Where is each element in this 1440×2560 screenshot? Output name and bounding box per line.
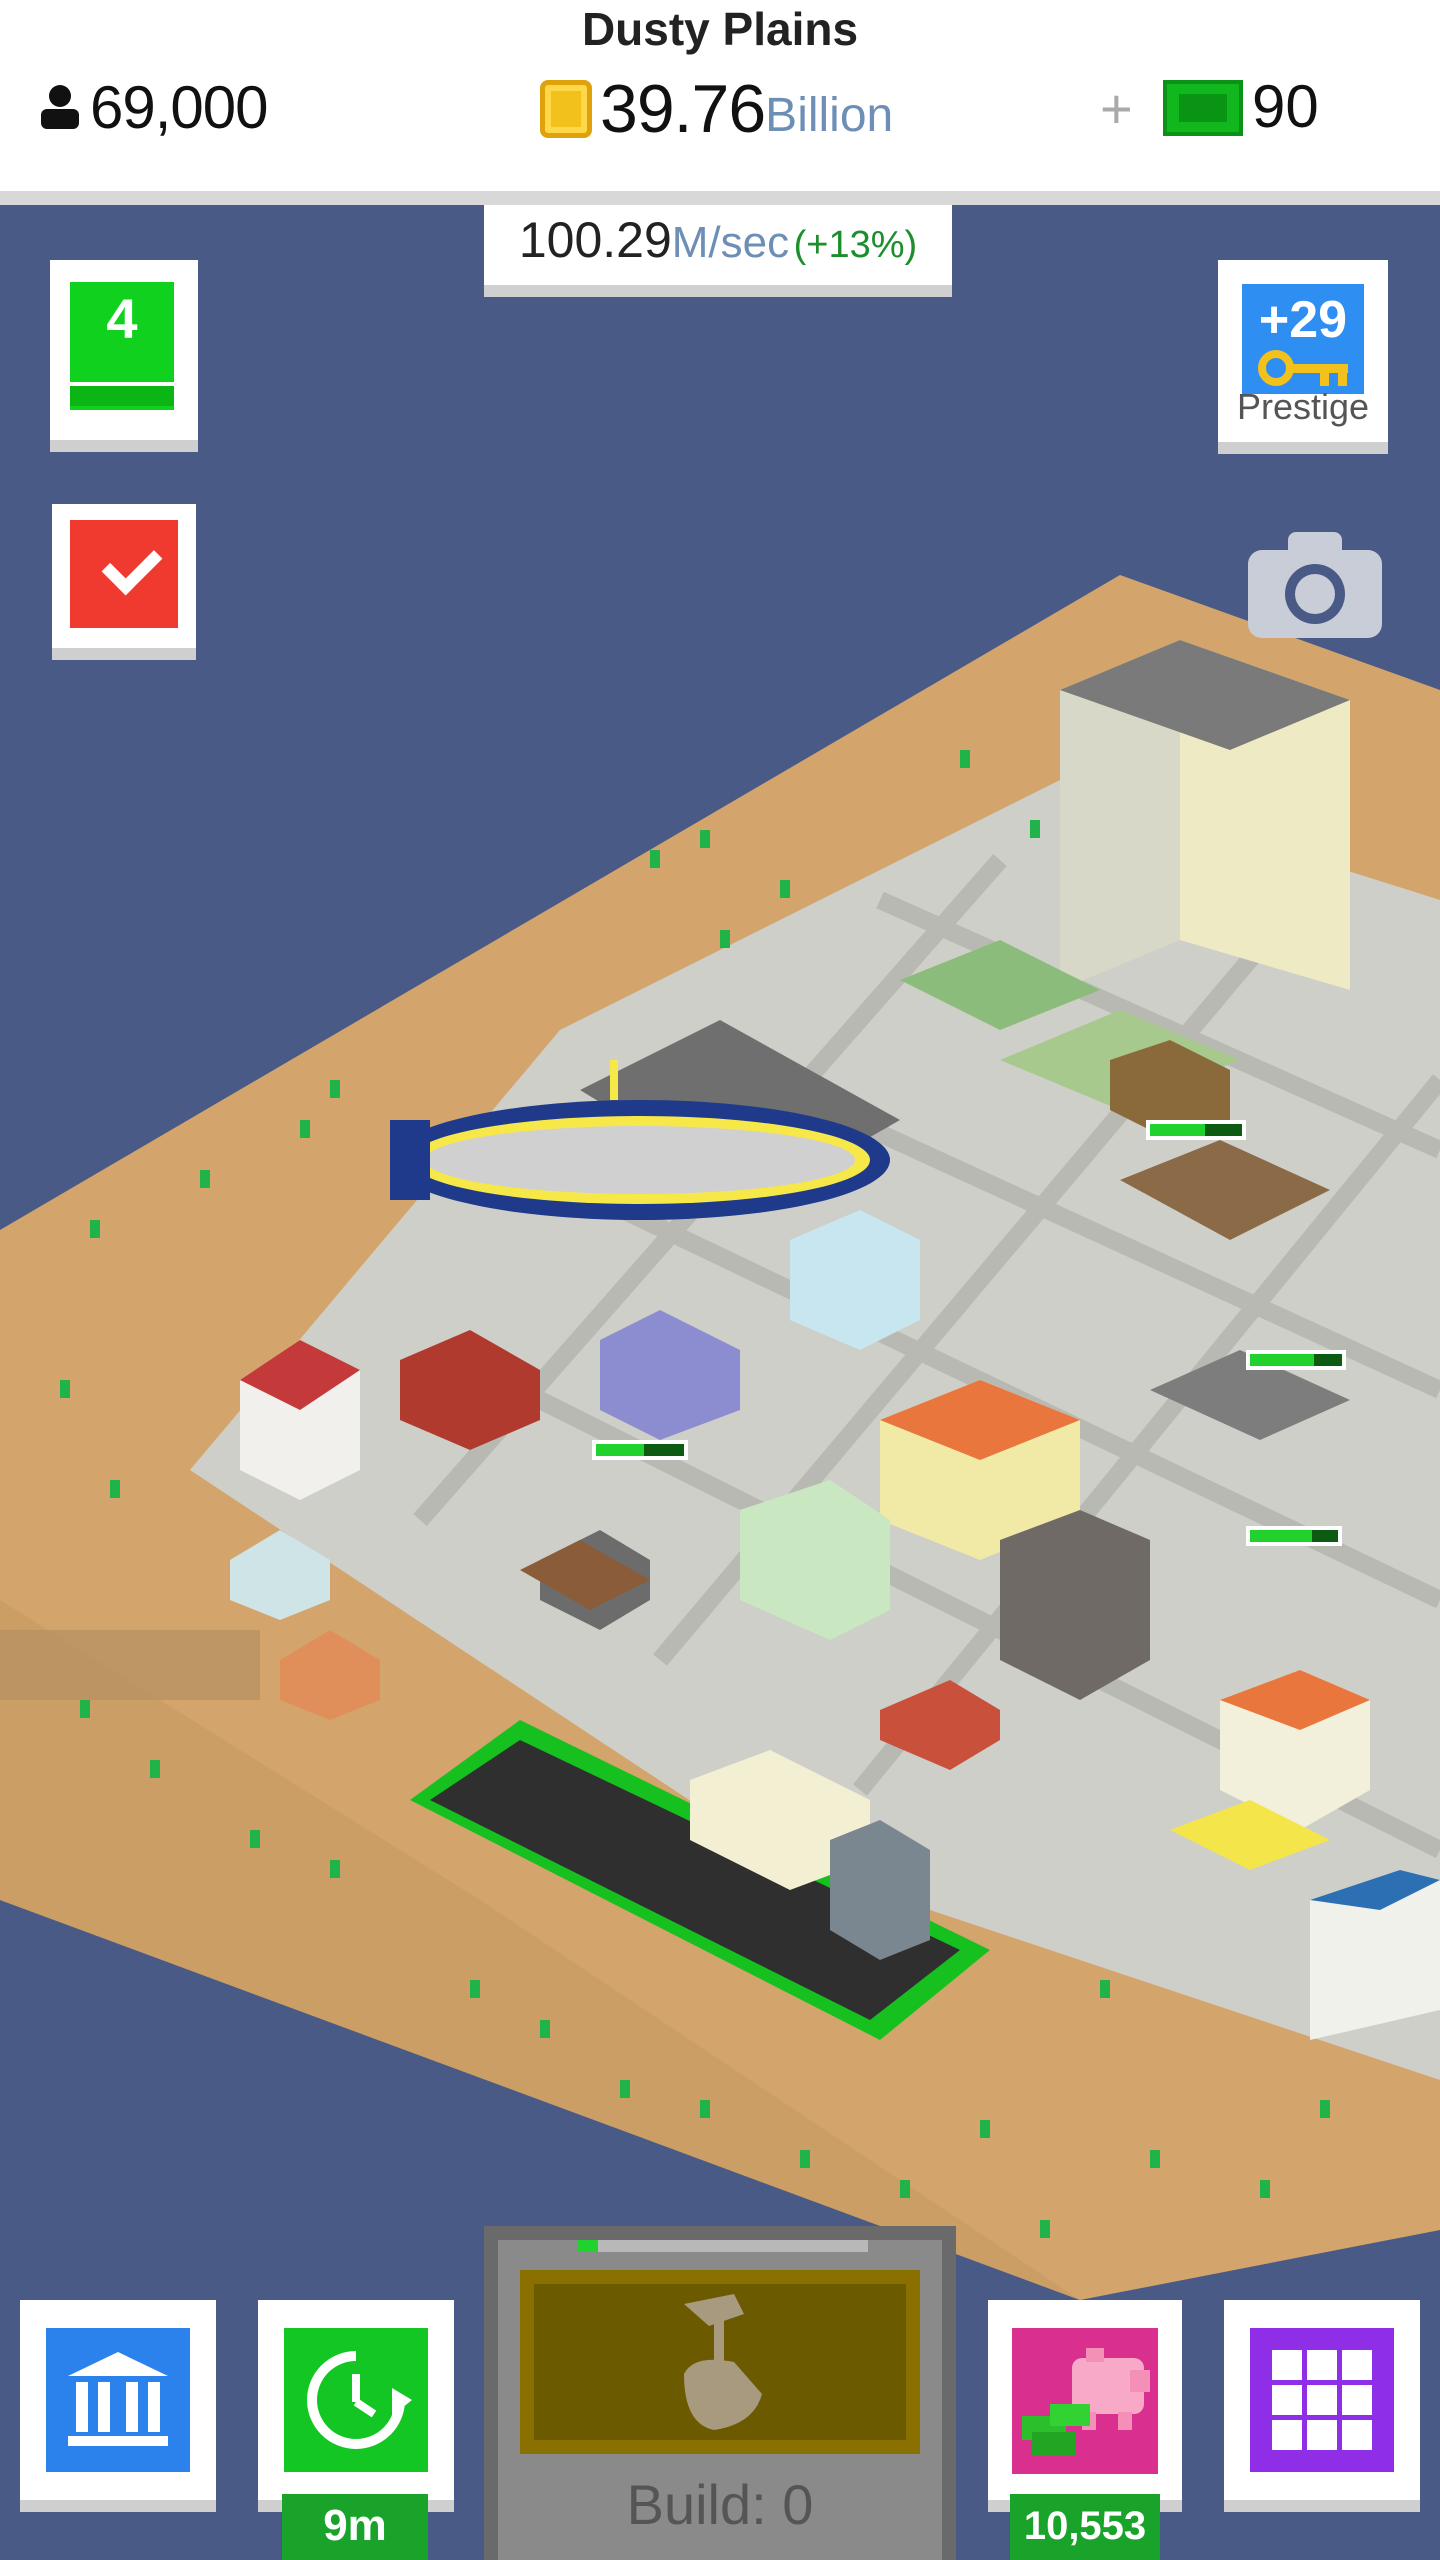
building-progress-bar: [1246, 1526, 1342, 1546]
checkmark-icon: [70, 520, 178, 628]
clock-refresh-icon: [284, 2328, 428, 2472]
cash-count: 90: [1252, 73, 1319, 140]
dust-trail: [0, 1630, 260, 1700]
piggy-bank-button[interactable]: [988, 2300, 1182, 2512]
level-badge: 4: [70, 282, 174, 410]
progress-fill: [1250, 1530, 1312, 1542]
money-unit: Billion: [765, 88, 894, 142]
build-progress-track: [578, 2240, 868, 2252]
prestige-button[interactable]: +29 Prestige: [1218, 260, 1388, 454]
piggy-bank-icon: [1012, 2328, 1158, 2474]
rate-unit: M/sec: [671, 218, 790, 267]
money-amount: 39.76: [600, 71, 766, 147]
build-progress-fill: [578, 2240, 599, 2252]
level-button[interactable]: 4: [50, 260, 198, 452]
population-value: 69,000: [90, 73, 269, 141]
building-progress-bar: [1246, 1350, 1346, 1370]
grid-icon: [1250, 2328, 1394, 2472]
key-icon: [1258, 350, 1348, 386]
progress-fill: [596, 1444, 645, 1456]
rate-value: 100.29: [518, 212, 672, 268]
coin-icon: [540, 80, 592, 138]
tasks-button[interactable]: [52, 504, 196, 660]
build-button[interactable]: [520, 2270, 920, 2454]
menu-grid-button[interactable]: [1224, 2300, 1420, 2512]
level-progress-bar: [70, 382, 174, 406]
rate-bonus: (+13%): [793, 224, 918, 266]
income-rate[interactable]: 100.29M/sec (+13%): [484, 205, 952, 297]
level-number: 4: [106, 287, 138, 350]
city-name[interactable]: Dusty Plains: [0, 2, 1440, 56]
piggy-bank-amount: 10,553: [1010, 2494, 1160, 2560]
build-label: Build: 0: [626, 2473, 814, 2536]
progress-fill: [1250, 1354, 1315, 1366]
bank-button[interactable]: [20, 2300, 216, 2512]
build-panel[interactable]: Build: 0: [484, 2226, 956, 2560]
bank-icon: [46, 2328, 190, 2472]
time-warp-timer: 9m: [282, 2494, 428, 2560]
prestige-value: +29: [1258, 291, 1348, 349]
progress-fill: [1150, 1124, 1206, 1136]
top-status-bar: Dusty Plains 69,000 39.76 Billion + 90: [0, 0, 1440, 205]
camera-icon[interactable]: [1248, 528, 1382, 638]
buy-cash-button[interactable]: +: [1100, 76, 1133, 141]
money-display: 39.76 Billion: [540, 70, 893, 148]
prestige-label: Prestige: [1236, 386, 1370, 427]
cash-icon: [1163, 80, 1243, 136]
building-progress-bar: [592, 1440, 688, 1460]
prestige-badge: +29: [1242, 284, 1364, 394]
population-display: 69,000: [38, 72, 269, 142]
time-warp-button[interactable]: [258, 2300, 454, 2512]
person-icon: [41, 85, 79, 129]
building-progress-bar: [1146, 1120, 1246, 1140]
hammer-hand-icon: [684, 2294, 762, 2430]
